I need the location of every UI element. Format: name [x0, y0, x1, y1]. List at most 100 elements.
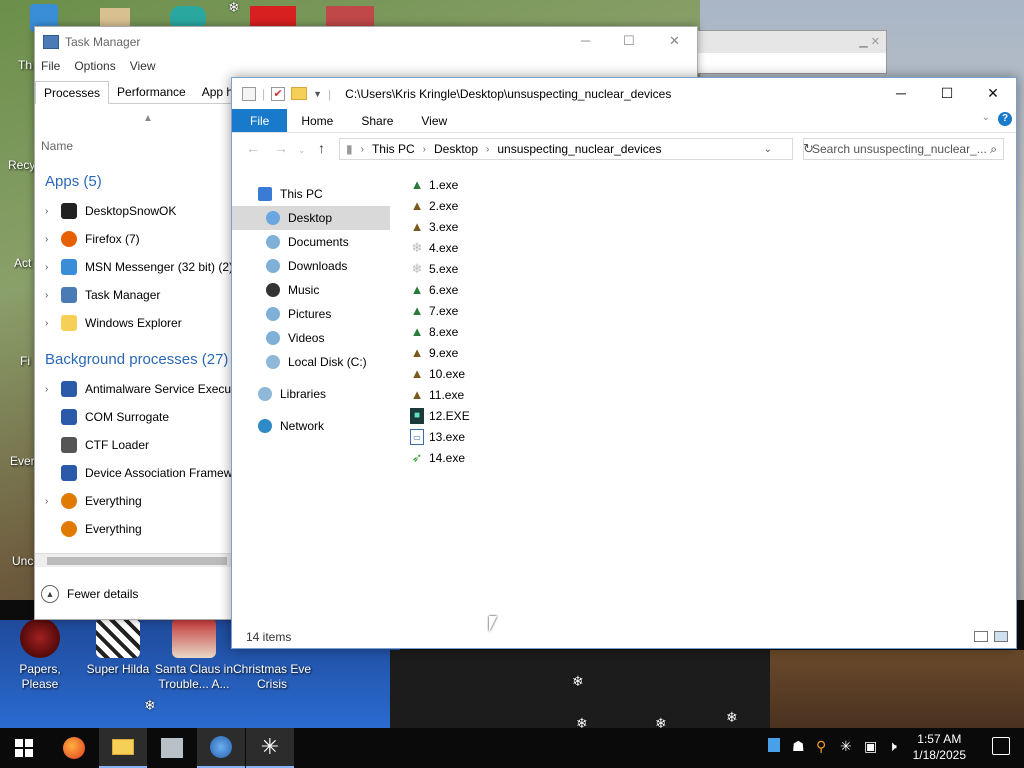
nav-item-documents[interactable]: Documents: [232, 230, 390, 254]
horizontal-scrollbar[interactable]: [35, 553, 235, 567]
taskbar-messenger[interactable]: [197, 728, 245, 768]
nav-item-this-pc[interactable]: This PC: [232, 182, 390, 206]
minimize-icon[interactable]: ─: [878, 78, 924, 109]
new-folder-icon[interactable]: [291, 87, 308, 100]
desktop-label-partial[interactable]: Th: [18, 58, 32, 72]
large-icons-view-icon[interactable]: [994, 631, 1008, 642]
expand-icon[interactable]: ›: [45, 206, 61, 217]
process-row[interactable]: CTF Loader: [45, 434, 149, 456]
recent-locations-icon[interactable]: ⌄: [298, 145, 306, 156]
process-row[interactable]: › Task Manager: [45, 284, 160, 306]
expand-icon[interactable]: ›: [45, 384, 61, 395]
desktop-label-partial[interactable]: Act: [14, 256, 31, 270]
process-row[interactable]: › DesktopSnowOK: [45, 200, 176, 222]
desktop-label-partial[interactable]: Ever: [10, 454, 35, 468]
desktop-icon-santa-claus[interactable]: Santa Claus in Trouble... A...: [154, 618, 234, 692]
file-item[interactable]: ▲ 10.exe: [410, 363, 470, 384]
start-button[interactable]: [0, 728, 48, 768]
file-item[interactable]: ▭ 13.exe: [410, 426, 470, 447]
process-row[interactable]: › Antimalware Service Executa: [45, 378, 241, 400]
nav-item-network[interactable]: Network: [232, 414, 390, 438]
expand-icon[interactable]: ›: [45, 234, 61, 245]
clock[interactable]: 1:57 AM 1/18/2025: [913, 731, 966, 763]
search-input[interactable]: Search unsuspecting_nuclear_... ⌕: [803, 138, 1004, 160]
nav-item-downloads[interactable]: Downloads: [232, 254, 390, 278]
scrollbar-thumb[interactable]: [47, 557, 227, 565]
volume-muted-icon[interactable]: 🕨: [888, 738, 897, 755]
file-item[interactable]: ➶ 14.exe: [410, 447, 470, 468]
notification-icon[interactable]: [992, 737, 1010, 755]
checkbox-icon[interactable]: ✔: [271, 86, 286, 101]
process-row[interactable]: COM Surrogate: [45, 406, 169, 428]
customize-toolbar-icon[interactable]: ▼: [313, 89, 322, 99]
process-row[interactable]: › Everything: [45, 490, 142, 512]
network-icon[interactable]: ▣: [864, 738, 877, 755]
taskbar-desktopsnow[interactable]: ✳: [246, 728, 294, 768]
tray-search-icon[interactable]: ⚲: [816, 738, 826, 755]
nav-item-music[interactable]: Music: [232, 278, 390, 302]
file-item[interactable]: ▲ 9.exe: [410, 342, 470, 363]
file-item[interactable]: ▲ 6.exe: [410, 279, 470, 300]
ribbon-tab-view[interactable]: View: [407, 109, 461, 132]
breadcrumb-folder[interactable]: unsuspecting_nuclear_devices: [497, 142, 661, 156]
close-icon[interactable]: ✕: [669, 33, 680, 49]
file-item[interactable]: ▲ 8.exe: [410, 321, 470, 342]
expand-icon[interactable]: ›: [45, 496, 61, 507]
column-header-name[interactable]: Name: [41, 139, 73, 153]
forward-icon[interactable]: →: [274, 140, 288, 156]
nav-item-desktop[interactable]: Desktop: [232, 206, 390, 230]
expand-icon[interactable]: ›: [45, 318, 61, 329]
sort-up-icon[interactable]: ▲: [143, 113, 153, 124]
file-item[interactable]: ▲ 7.exe: [410, 300, 470, 321]
tab-processes[interactable]: Processes: [35, 81, 110, 104]
file-item[interactable]: ▲ 1.exe: [410, 174, 470, 195]
task-manager-titlebar[interactable]: Task Manager: [35, 27, 697, 57]
close-icon[interactable]: ✕: [970, 78, 1016, 109]
desktop-label-partial[interactable]: Fi: [20, 354, 30, 368]
address-bar[interactable]: ▮ › This PC › Desktop › unsuspecting_nuc…: [339, 138, 814, 160]
taskbar-msn[interactable]: [148, 728, 196, 768]
tray-app-icon[interactable]: [768, 738, 780, 755]
fewer-details-button[interactable]: ▲ Fewer details: [41, 585, 138, 603]
process-row[interactable]: › Windows Explorer: [45, 312, 182, 334]
up-icon[interactable]: ↑: [318, 140, 325, 156]
explorer-titlebar[interactable]: | ✔ ▼ | C:\Users\Kris Kringle\Desktop\un…: [232, 78, 1016, 109]
properties-icon[interactable]: [242, 86, 256, 101]
tab-performance[interactable]: Performance: [109, 81, 194, 104]
tray-messenger-icon[interactable]: ☗: [792, 738, 805, 755]
desktop-label-partial[interactable]: Unc: [12, 554, 33, 568]
taskbar-firefox[interactable]: [50, 728, 98, 768]
desktop-icon-top-5[interactable]: [326, 6, 374, 28]
chevron-down-icon[interactable]: ⌄: [764, 144, 772, 155]
breadcrumb-this-pc[interactable]: This PC: [372, 142, 415, 156]
nav-item-videos[interactable]: Videos: [232, 326, 390, 350]
file-item[interactable]: ❄ 4.exe: [410, 237, 470, 258]
expand-ribbon-icon[interactable]: ⌄: [982, 112, 990, 123]
breadcrumb-desktop[interactable]: Desktop: [434, 142, 478, 156]
tray-snowflake-icon[interactable]: ✳: [840, 738, 852, 755]
back-icon[interactable]: ←: [246, 140, 260, 156]
help-icon[interactable]: ?: [998, 112, 1012, 126]
background-window-controls[interactable]: ▁ ✕: [698, 31, 886, 53]
file-item[interactable]: ▲ 2.exe: [410, 195, 470, 216]
ribbon-tab-home[interactable]: Home: [287, 109, 347, 132]
maximize-icon[interactable]: ☐: [623, 33, 635, 49]
menu-file[interactable]: File: [41, 59, 60, 73]
desktop-icon-papers-please[interactable]: Papers, Please: [0, 618, 80, 692]
file-item[interactable]: ■ 12.EXE: [410, 405, 470, 426]
process-row[interactable]: › MSN Messenger (32 bit) (2): [45, 256, 233, 278]
file-item[interactable]: ▲ 3.exe: [410, 216, 470, 237]
desktop-label-partial[interactable]: Recy: [8, 158, 35, 172]
expand-icon[interactable]: ›: [45, 290, 61, 301]
details-view-icon[interactable]: [974, 631, 988, 642]
ribbon-tab-share[interactable]: Share: [347, 109, 407, 132]
process-row[interactable]: › Firefox (7): [45, 228, 140, 250]
process-row[interactable]: Device Association Framew: [45, 462, 232, 484]
nav-item-pictures[interactable]: Pictures: [232, 302, 390, 326]
expand-icon[interactable]: ›: [45, 262, 61, 273]
desktop-icon-super-hilda[interactable]: Super Hilda: [78, 618, 158, 677]
minimize-icon[interactable]: ─: [581, 33, 590, 48]
process-row[interactable]: Everything: [45, 518, 142, 540]
menu-options[interactable]: Options: [74, 59, 115, 73]
nav-item-local-disk[interactable]: Local Disk (C:): [232, 350, 390, 374]
